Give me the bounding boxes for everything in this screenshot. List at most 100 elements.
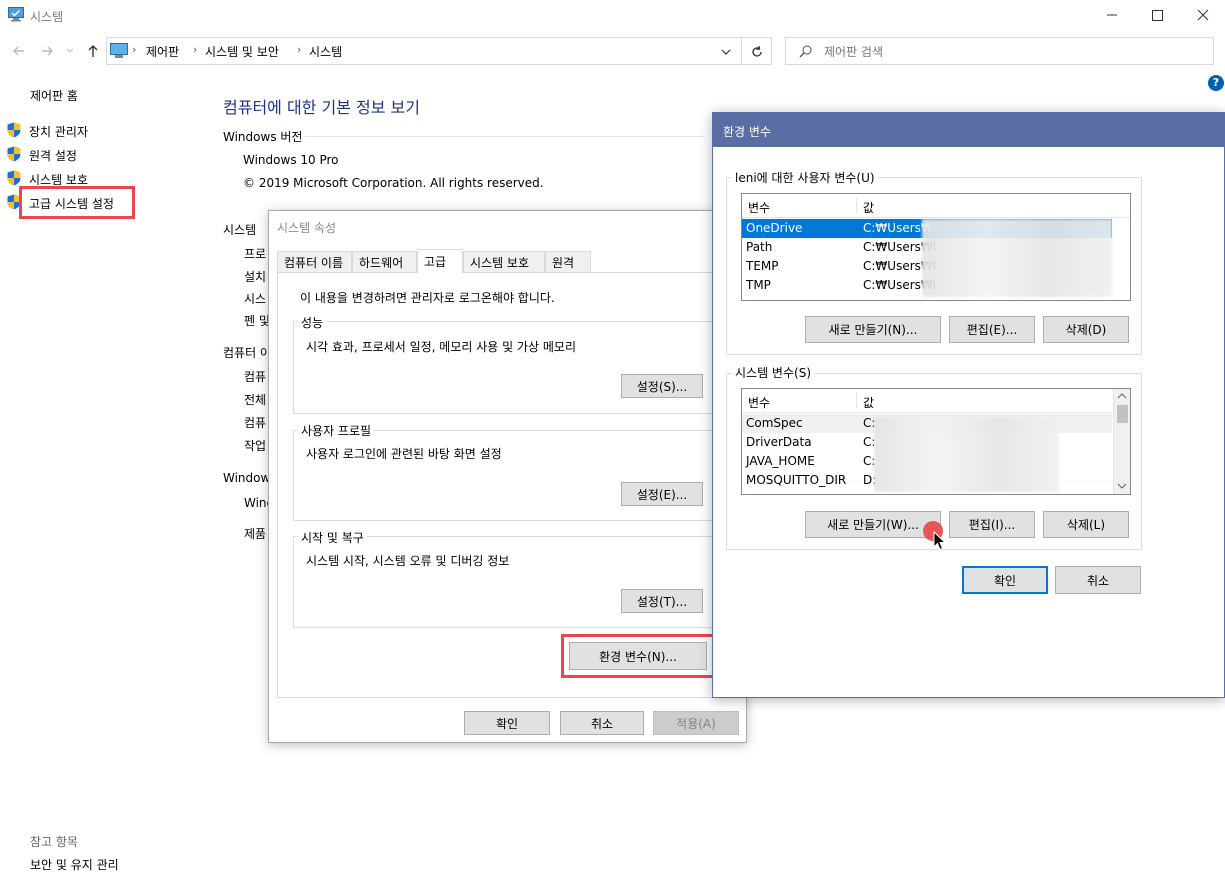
shield-icon [7,170,21,186]
computer-row: 전체 [244,393,267,407]
breadcrumb-separator-icon: › [132,43,137,56]
tab-advanced[interactable]: 고급 [417,249,463,273]
sidebar-item-device-manager[interactable]: 장치 관리자 [29,123,88,140]
maximize-icon[interactable] [1145,4,1169,26]
system-variables-list[interactable]: 변수 값 ComSpec C: DriverData C: JAVA_HOME … [741,388,1131,495]
control-panel-icon [110,43,128,58]
column-variable[interactable]: 변수 [748,394,770,411]
breadcrumb-separator-icon: › [297,43,302,56]
shield-icon [7,146,21,162]
performance-title: 성능 [298,314,327,331]
tab-computer-name[interactable]: 컴퓨터 이름 [277,251,352,273]
cancel-button[interactable]: 취소 [560,711,644,735]
back-icon[interactable] [10,42,28,60]
recent-dropdown-icon[interactable] [64,44,76,56]
column-value[interactable]: 값 [863,394,874,411]
forward-icon[interactable] [38,42,56,60]
breadcrumb-system[interactable]: 시스템 [309,43,342,60]
shield-icon [7,122,21,138]
tab-system-protection[interactable]: 시스템 보호 [463,251,545,273]
scroll-down-icon[interactable] [1117,482,1127,490]
address-bar[interactable]: › 제어판 › 시스템 및 보안 › 시스템 [106,37,742,65]
sidebar-item-remote-settings[interactable]: 원격 설정 [29,147,77,164]
help-icon[interactable]: ? [1208,75,1224,91]
divider [305,136,705,137]
system-row: 시스 [244,292,267,306]
column-variable[interactable]: 변수 [748,199,770,216]
env-dialog-titlebar: 환경 변수 [713,113,1225,147]
redacted-value-blur [874,417,1059,492]
computer-header: 컴퓨터 이 [223,346,271,360]
performance-group [293,321,723,414]
tab-remote[interactable]: 원격 [545,251,591,273]
close-icon[interactable] [1191,4,1215,26]
tab-panel: 이 내용을 변경하려면 관리자로 로그온해야 합니다. 성능 시각 효과, 프로… [277,272,739,698]
mouse-cursor-icon [933,531,947,551]
system-delete-button[interactable]: 삭제(L) [1043,511,1129,538]
system-edit-button[interactable]: 편집(I)... [949,511,1035,538]
page-title: 컴퓨터에 대한 기본 정보 보기 [223,98,420,117]
dialog-title: 시스템 속성 [277,221,337,235]
list-header: 변수 값 [742,389,1112,413]
system-properties-dialog: 시스템 속성 컴퓨터 이름 하드웨어 고급 시스템 보호 원격 이 내용을 변경… [268,210,747,743]
computer-row: 컴퓨 [244,370,267,384]
see-also-title: 참고 항목 [30,835,78,849]
apply-button[interactable]: 적용(A) [653,711,739,735]
window-title: 시스템 [30,10,64,24]
refresh-icon [752,45,762,57]
performance-settings-button[interactable]: 설정(S)... [621,374,703,398]
search-icon [799,45,812,58]
up-icon[interactable] [84,42,102,60]
see-also-security-maintenance[interactable]: 보안 및 유지 관리 [30,856,119,873]
startup-recovery-desc: 시스템 시작, 시스템 오류 및 디버깅 정보 [306,554,510,568]
env-ok-button[interactable]: 확인 [962,566,1048,594]
system-header: 시스템 [223,223,257,237]
refresh-button[interactable] [742,37,772,65]
address-dropdown-icon[interactable] [719,45,733,59]
startup-settings-button[interactable]: 설정(T)... [621,589,703,613]
column-divider [856,393,857,409]
user-profiles-desc: 사용자 로그인에 관련된 바탕 화면 설정 [306,447,502,461]
highlight-box [19,186,135,219]
search-placeholder: 제어판 검색 [824,45,884,59]
breadcrumb-control-panel[interactable]: 제어판 [146,43,179,60]
env-cancel-button[interactable]: 취소 [1055,566,1141,594]
minimize-icon[interactable] [1100,4,1124,26]
user-profiles-group [293,430,723,521]
user-delete-button[interactable]: 삭제(D) [1043,316,1129,343]
environment-variables-dialog: 환경 변수 leni에 대한 사용자 변수(U) 변수 값 OneDrive C… [712,112,1225,698]
list-header: 변수 값 [742,194,1130,218]
user-variables-title: leni에 대한 사용자 변수(U) [732,169,878,186]
user-new-button[interactable]: 새로 만들기(N)... [805,316,941,343]
system-variables-title: 시스템 변수(S) [732,364,814,381]
search-box[interactable]: 제어판 검색 [785,37,1214,65]
redacted-value-blur [922,219,1112,297]
copyright-text: © 2019 Microsoft Corporation. All rights… [243,176,544,190]
scrollbar[interactable] [1113,389,1130,494]
sidebar-home-link[interactable]: 제어판 홈 [30,87,78,104]
system-row: 프로 [244,247,267,261]
env-dialog-title: 환경 변수 [723,125,771,139]
user-variables-list[interactable]: 변수 값 OneDrive C:₩Users₩l Path C:₩Users₩l… [741,193,1131,301]
computer-row: 작업 [244,439,267,453]
user-profiles-settings-button[interactable]: 설정(E)... [621,482,703,506]
system-icon [8,7,24,22]
system-row: 설치 [244,270,267,284]
column-value[interactable]: 값 [863,199,874,216]
edition-value: Windows 10 Pro [243,153,339,167]
system-new-button[interactable]: 새로 만들기(W)... [805,511,941,538]
scroll-up-icon[interactable] [1117,392,1127,400]
breadcrumb-system-security[interactable]: 시스템 및 보안 [205,43,279,60]
user-profiles-title: 사용자 프로필 [298,422,375,439]
scrollbar-thumb[interactable] [1117,405,1128,423]
tab-hardware[interactable]: 하드웨어 [352,251,417,273]
user-edit-button[interactable]: 편집(E)... [949,316,1035,343]
windows-edition-header: Windows 버전 [223,130,303,144]
startup-recovery-group [293,536,723,628]
system-row: 펜 및 [244,314,270,328]
title-bar: 시스템 [0,0,1225,32]
admin-note: 이 내용을 변경하려면 관리자로 로그온해야 합니다. [300,291,555,305]
breadcrumb-separator-icon: › [193,43,198,56]
tab-strip: 컴퓨터 이름 하드웨어 고급 시스템 보호 원격 [277,249,737,273]
ok-button[interactable]: 확인 [464,711,550,735]
